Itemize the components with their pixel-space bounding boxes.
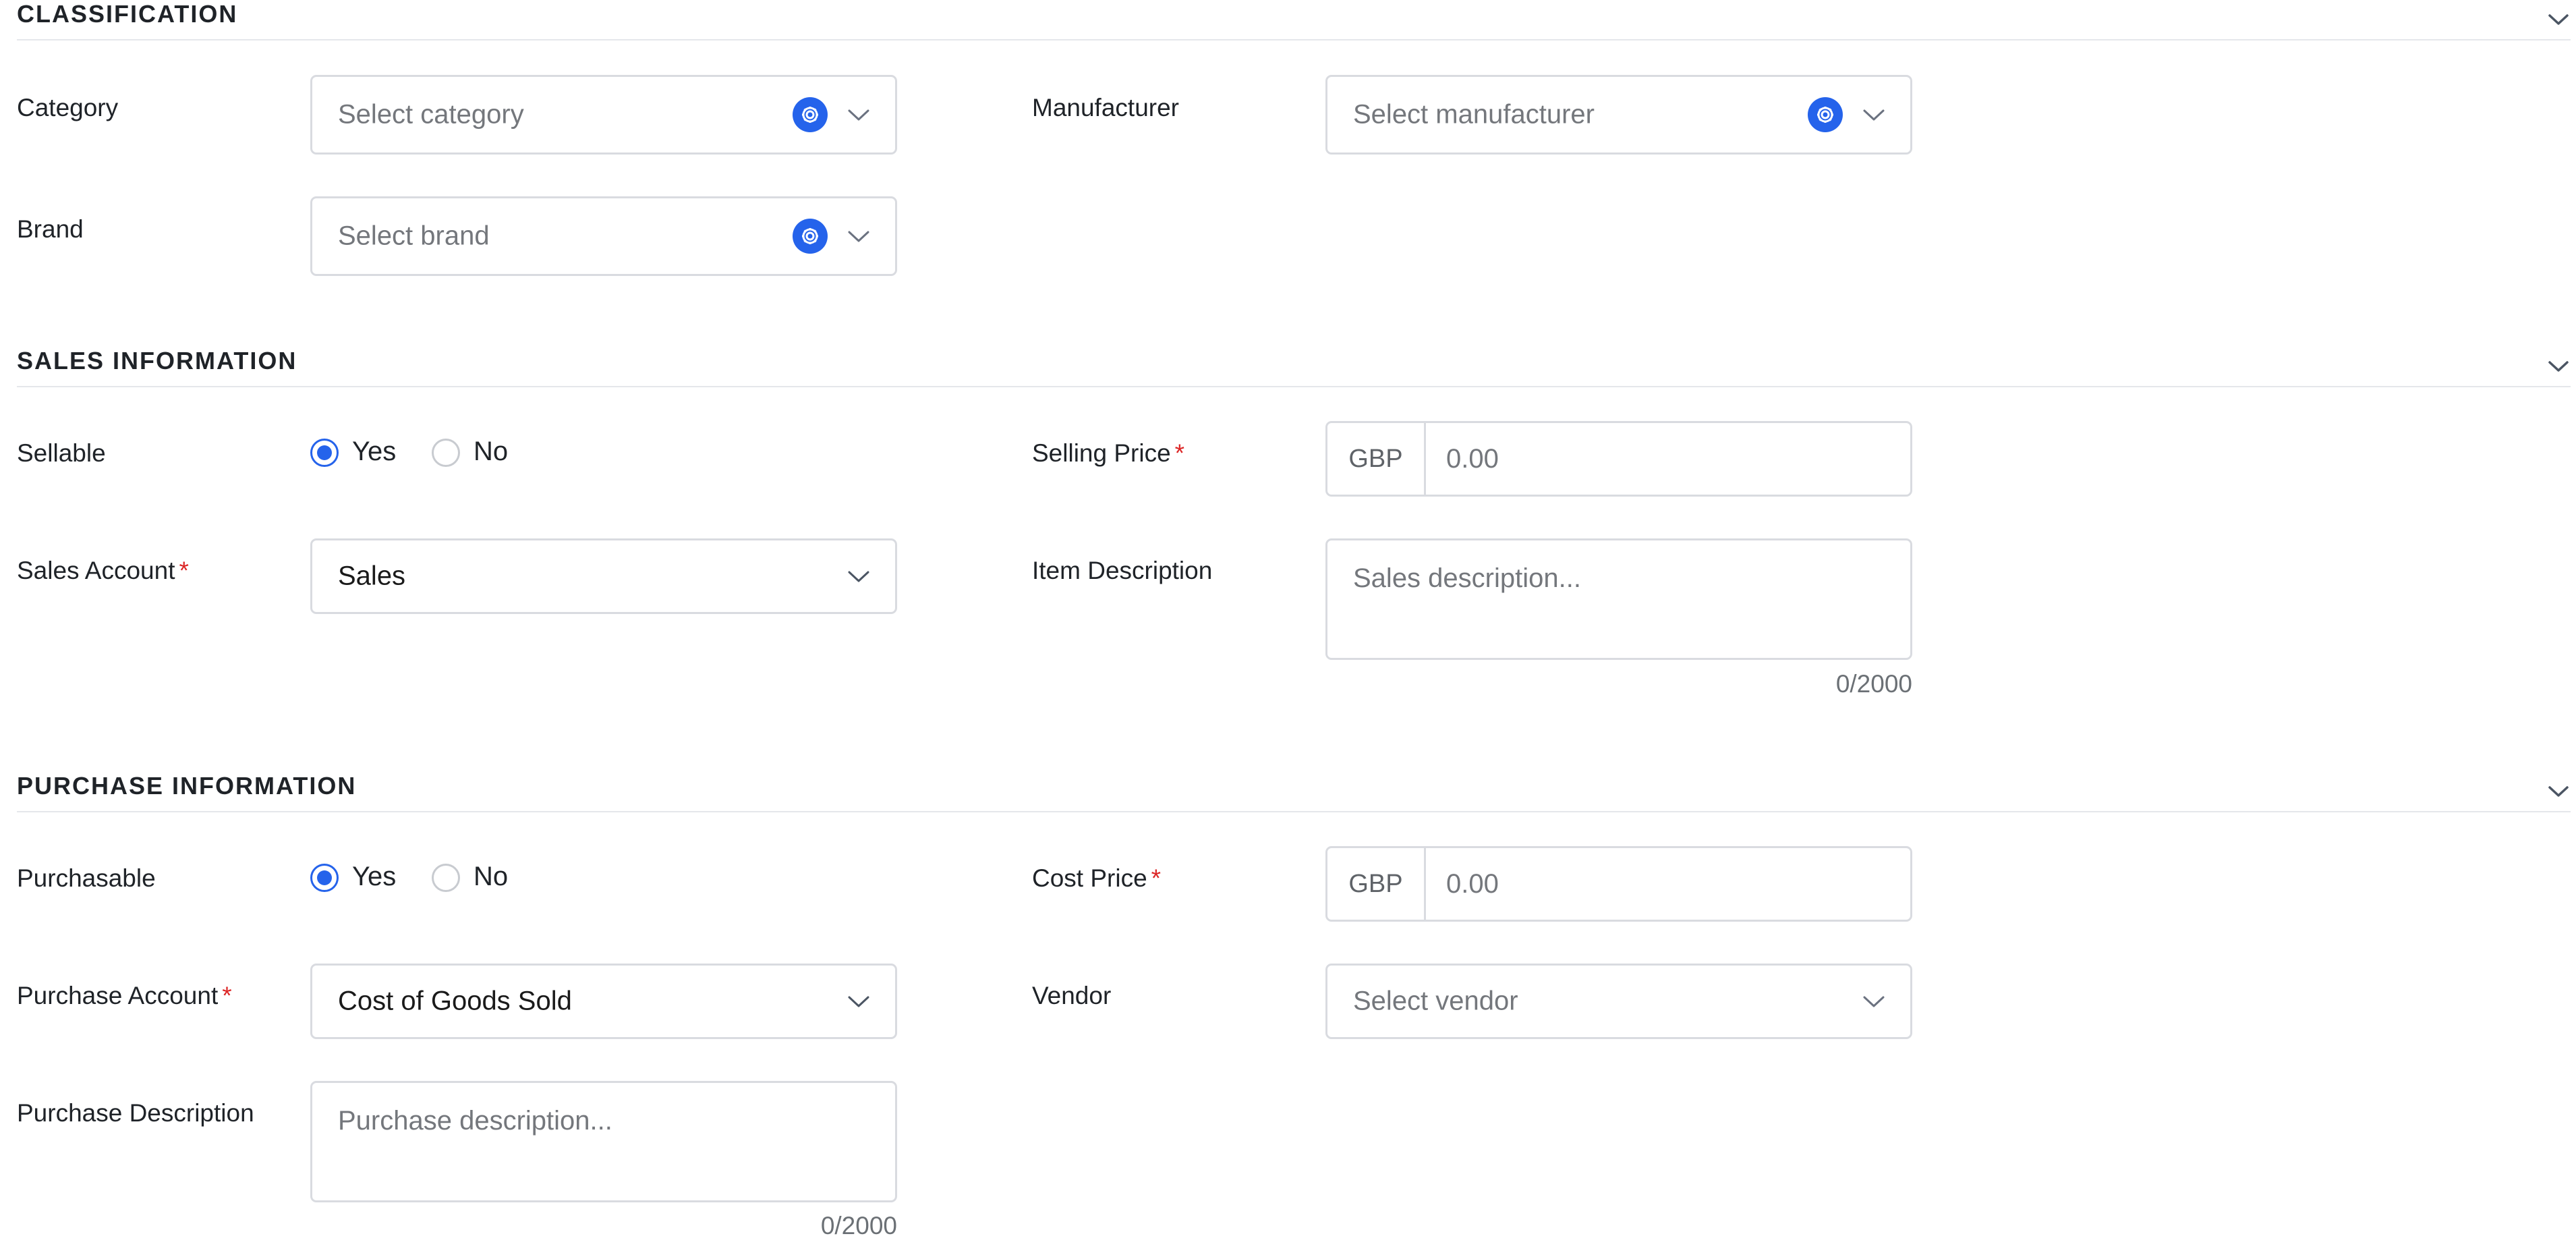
chevron-down-icon[interactable] <box>2546 358 2571 374</box>
required-marker: * <box>179 557 189 584</box>
currency-prefix: GBP <box>1327 423 1426 495</box>
radio-unchecked-icon <box>432 439 460 467</box>
sellable-label: Sellable <box>17 439 106 467</box>
brand-select[interactable]: Select brand <box>310 196 897 276</box>
manufacturer-select[interactable]: Select manufacturer <box>1325 75 1912 155</box>
purchase-description-label: Purchase Description <box>17 1099 254 1127</box>
gear-icon[interactable] <box>1808 97 1843 132</box>
sales-account-label-text: Sales Account <box>17 557 175 584</box>
radio-checked-icon <box>310 864 339 892</box>
category-label: Category <box>17 94 119 121</box>
purchase-account-select[interactable]: Cost of Goods Sold <box>310 964 897 1039</box>
radio-label: No <box>474 862 509 891</box>
cost-price-input[interactable] <box>1426 848 1910 920</box>
manufacturer-label: Manufacturer <box>1032 94 1179 121</box>
brand-label: Brand <box>17 215 84 243</box>
purchasable-radio-group: Yes No <box>310 858 540 898</box>
purchasable-yes-radio[interactable]: Yes <box>310 858 418 898</box>
sales-section-header[interactable]: SALES INFORMATION <box>17 345 2571 387</box>
chevron-down-icon <box>848 571 869 582</box>
vendor-select[interactable]: Select vendor <box>1325 964 1912 1039</box>
selling-price-label: Selling Price * <box>1032 439 1184 468</box>
classification-section-header[interactable]: CLASSIFICATION <box>17 0 2571 40</box>
section-title: SALES INFORMATION <box>17 347 297 374</box>
manufacturer-placeholder: Select manufacturer <box>1353 99 1595 130</box>
radio-unchecked-icon <box>432 864 460 892</box>
cost-price-field: GBP <box>1325 846 1912 922</box>
gear-icon[interactable] <box>793 97 828 132</box>
chevron-down-icon <box>1863 996 1885 1007</box>
sellable-radio-group: Yes No <box>310 433 540 473</box>
selling-price-field: GBP <box>1325 421 1912 497</box>
purchase-account-label: Purchase Account * <box>17 981 232 1011</box>
required-marker: * <box>1151 864 1162 892</box>
cost-price-label: Cost Price * <box>1032 864 1161 893</box>
purchasable-label: Purchasable <box>17 864 156 892</box>
required-marker: * <box>1174 439 1185 467</box>
purchase-description-textarea[interactable] <box>310 1081 897 1202</box>
sales-account-label: Sales Account * <box>17 556 189 586</box>
purchase-section-header[interactable]: PURCHASE INFORMATION <box>17 771 2571 812</box>
required-marker: * <box>222 982 232 1009</box>
chevron-down-icon <box>848 996 869 1007</box>
purchase-account-value: Cost of Goods Sold <box>338 986 572 1016</box>
sales-account-select[interactable]: Sales <box>310 538 897 614</box>
section-title: CLASSIFICATION <box>17 0 238 28</box>
vendor-label: Vendor <box>1032 982 1112 1009</box>
vendor-placeholder: Select vendor <box>1353 986 1518 1016</box>
purchase-account-label-text: Purchase Account <box>17 982 219 1009</box>
item-description-counter: 0/2000 <box>1835 670 1912 698</box>
sellable-yes-radio[interactable]: Yes <box>310 433 418 473</box>
gear-icon[interactable] <box>793 219 828 254</box>
sellable-no-radio[interactable]: No <box>432 433 526 473</box>
chevron-down-icon[interactable] <box>2546 11 2571 27</box>
chevron-down-icon <box>848 231 869 242</box>
selling-price-label-text: Selling Price <box>1032 439 1171 467</box>
item-description-textarea[interactable] <box>1325 538 1912 660</box>
purchase-description-counter: 0/2000 <box>820 1212 897 1239</box>
sales-account-value: Sales <box>338 561 406 591</box>
brand-placeholder: Select brand <box>338 221 490 251</box>
cost-price-label-text: Cost Price <box>1032 864 1147 892</box>
purchasable-no-radio[interactable]: No <box>432 858 526 898</box>
item-description-label: Item Description <box>1032 557 1213 584</box>
chevron-down-icon[interactable] <box>2546 783 2571 799</box>
radio-label: Yes <box>352 437 397 466</box>
radio-label: No <box>474 437 509 466</box>
chevron-down-icon <box>1863 109 1885 121</box>
radio-label: Yes <box>352 862 397 891</box>
currency-prefix: GBP <box>1327 848 1426 920</box>
category-placeholder: Select category <box>338 99 524 130</box>
radio-checked-icon <box>310 439 339 467</box>
chevron-down-icon <box>848 109 869 121</box>
category-select[interactable]: Select category <box>310 75 897 155</box>
selling-price-input[interactable] <box>1426 423 1910 495</box>
section-title: PURCHASE INFORMATION <box>17 772 357 800</box>
